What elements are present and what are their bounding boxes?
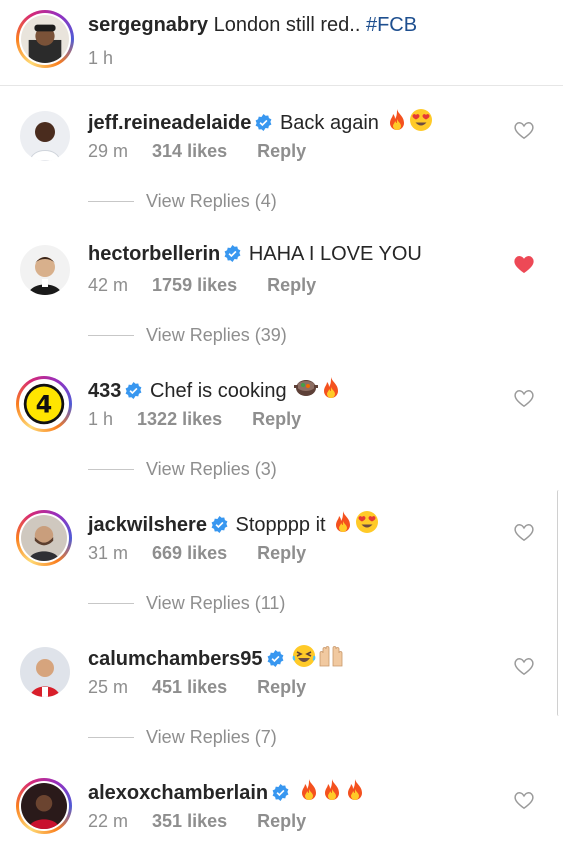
view-replies-link[interactable]: View Replies (11): [88, 592, 285, 614]
comment-avatar[interactable]: [20, 647, 70, 697]
view-replies-link[interactable]: View Replies (3): [88, 458, 277, 480]
comment-username[interactable]: hectorbellerin: [88, 243, 220, 265]
like-heart-icon[interactable]: [514, 389, 534, 408]
comment-username[interactable]: calumchambers95: [88, 648, 263, 670]
comment-text: Chef is cooking: [149, 380, 287, 402]
replies-divider: [88, 469, 134, 470]
verified-badge-icon: [211, 516, 228, 533]
liked-heart-icon[interactable]: [514, 255, 534, 274]
fire-emoji-icon: [321, 778, 343, 808]
comment-avatar[interactable]: [16, 778, 72, 834]
comment-text: HAHA I LOVE YOU: [248, 243, 422, 265]
comment-body: hectorbellerin HAHA I LOVE YOU: [88, 242, 422, 266]
comment-time: 31 m: [88, 543, 129, 563]
comment-likes[interactable]: 669 likes: [152, 543, 227, 563]
replies-divider: [88, 603, 134, 604]
view-replies-label[interactable]: View Replies (11): [146, 593, 285, 613]
fire-emoji-icon: [332, 510, 354, 540]
reply-button[interactable]: Reply: [257, 141, 306, 161]
caption-text: London still red..: [213, 14, 361, 36]
verified-badge-icon: [272, 784, 289, 801]
comment-body: jeff.reineadelaide Back again: [88, 108, 433, 138]
comment-time: 25 m: [88, 677, 129, 697]
comment-time: 29 m: [88, 141, 129, 161]
comment-avatar[interactable]: 4: [16, 376, 72, 432]
comment-likes[interactable]: 451 likes: [152, 677, 227, 697]
verified-badge-icon: [125, 382, 142, 399]
heart-eyes-emoji-icon: [355, 510, 379, 540]
heart-eyes-emoji-icon: [409, 108, 433, 138]
scrollbar[interactable]: [557, 490, 561, 716]
like-heart-icon[interactable]: [514, 791, 534, 810]
comment-avatar[interactable]: [20, 111, 70, 161]
comment-text: Back again: [279, 112, 379, 134]
comment-username[interactable]: jackwilshere: [88, 514, 207, 536]
comment-time: 22 m: [88, 811, 129, 831]
reply-button[interactable]: Reply: [252, 409, 301, 429]
fire-emoji-icon: [386, 108, 408, 138]
caption-time: 1 h: [88, 48, 114, 68]
verified-badge-icon: [256, 114, 272, 131]
comment-avatar[interactable]: [16, 510, 72, 566]
reply-button[interactable]: Reply: [267, 275, 316, 295]
replies-divider: [88, 737, 134, 738]
comment-username[interactable]: jeff.reineadelaide: [88, 112, 251, 134]
reply-button[interactable]: Reply: [257, 811, 306, 831]
verified-badge-icon: [267, 650, 283, 667]
view-replies-link[interactable]: View Replies (7): [88, 726, 277, 748]
raised-hands-emoji-icon: [317, 644, 347, 674]
like-heart-icon[interactable]: [514, 523, 534, 542]
comment-body: jackwilshere Stopppp it: [88, 510, 379, 540]
comment-username[interactable]: 433: [88, 380, 121, 402]
comment-time: 42 m: [88, 275, 129, 295]
post-caption: sergegnabry London still red.. #FCB 1 h: [0, 0, 563, 86]
like-heart-icon[interactable]: [514, 657, 534, 676]
comment-username[interactable]: alexoxchamberlain: [88, 782, 268, 804]
fire-emoji-icon: [320, 376, 342, 406]
comment-text: Stopppp it: [235, 514, 326, 536]
view-replies-label[interactable]: View Replies (7): [146, 727, 277, 747]
view-replies-label[interactable]: View Replies (3): [146, 459, 277, 479]
laughing-emoji-icon: [292, 644, 316, 674]
comment-likes[interactable]: 1759 likes: [152, 275, 237, 295]
comment-time: 1 h: [88, 409, 114, 429]
svg-text:4: 4: [36, 390, 53, 418]
replies-divider: [88, 335, 134, 336]
view-replies-link[interactable]: View Replies (4): [88, 190, 277, 212]
comment-body: calumchambers95: [88, 644, 347, 674]
comment-likes[interactable]: 351 likes: [152, 811, 227, 831]
fire-emoji-icon: [298, 778, 320, 808]
view-replies-label[interactable]: View Replies (39): [146, 325, 287, 345]
reply-button[interactable]: Reply: [257, 543, 306, 563]
fire-emoji-icon: [344, 778, 366, 808]
verified-badge-icon: [224, 245, 241, 262]
caption-avatar[interactable]: [16, 10, 74, 68]
comment-likes[interactable]: 314 likes: [152, 141, 227, 161]
comment-body: 433 Chef is cooking: [88, 376, 342, 406]
view-replies-link[interactable]: View Replies (39): [88, 324, 287, 346]
replies-divider: [88, 201, 134, 202]
view-replies-label[interactable]: View Replies (4): [146, 191, 277, 211]
comment-body: alexoxchamberlain: [88, 778, 366, 808]
reply-button[interactable]: Reply: [257, 677, 306, 697]
comment-avatar[interactable]: [20, 245, 70, 295]
caption-username[interactable]: sergegnabry: [88, 14, 208, 36]
comment-likes[interactable]: 1322 likes: [137, 409, 222, 429]
caption-hashtag[interactable]: #FCB: [366, 14, 417, 36]
stew-emoji-icon: [293, 376, 319, 406]
like-heart-icon[interactable]: [514, 121, 534, 140]
